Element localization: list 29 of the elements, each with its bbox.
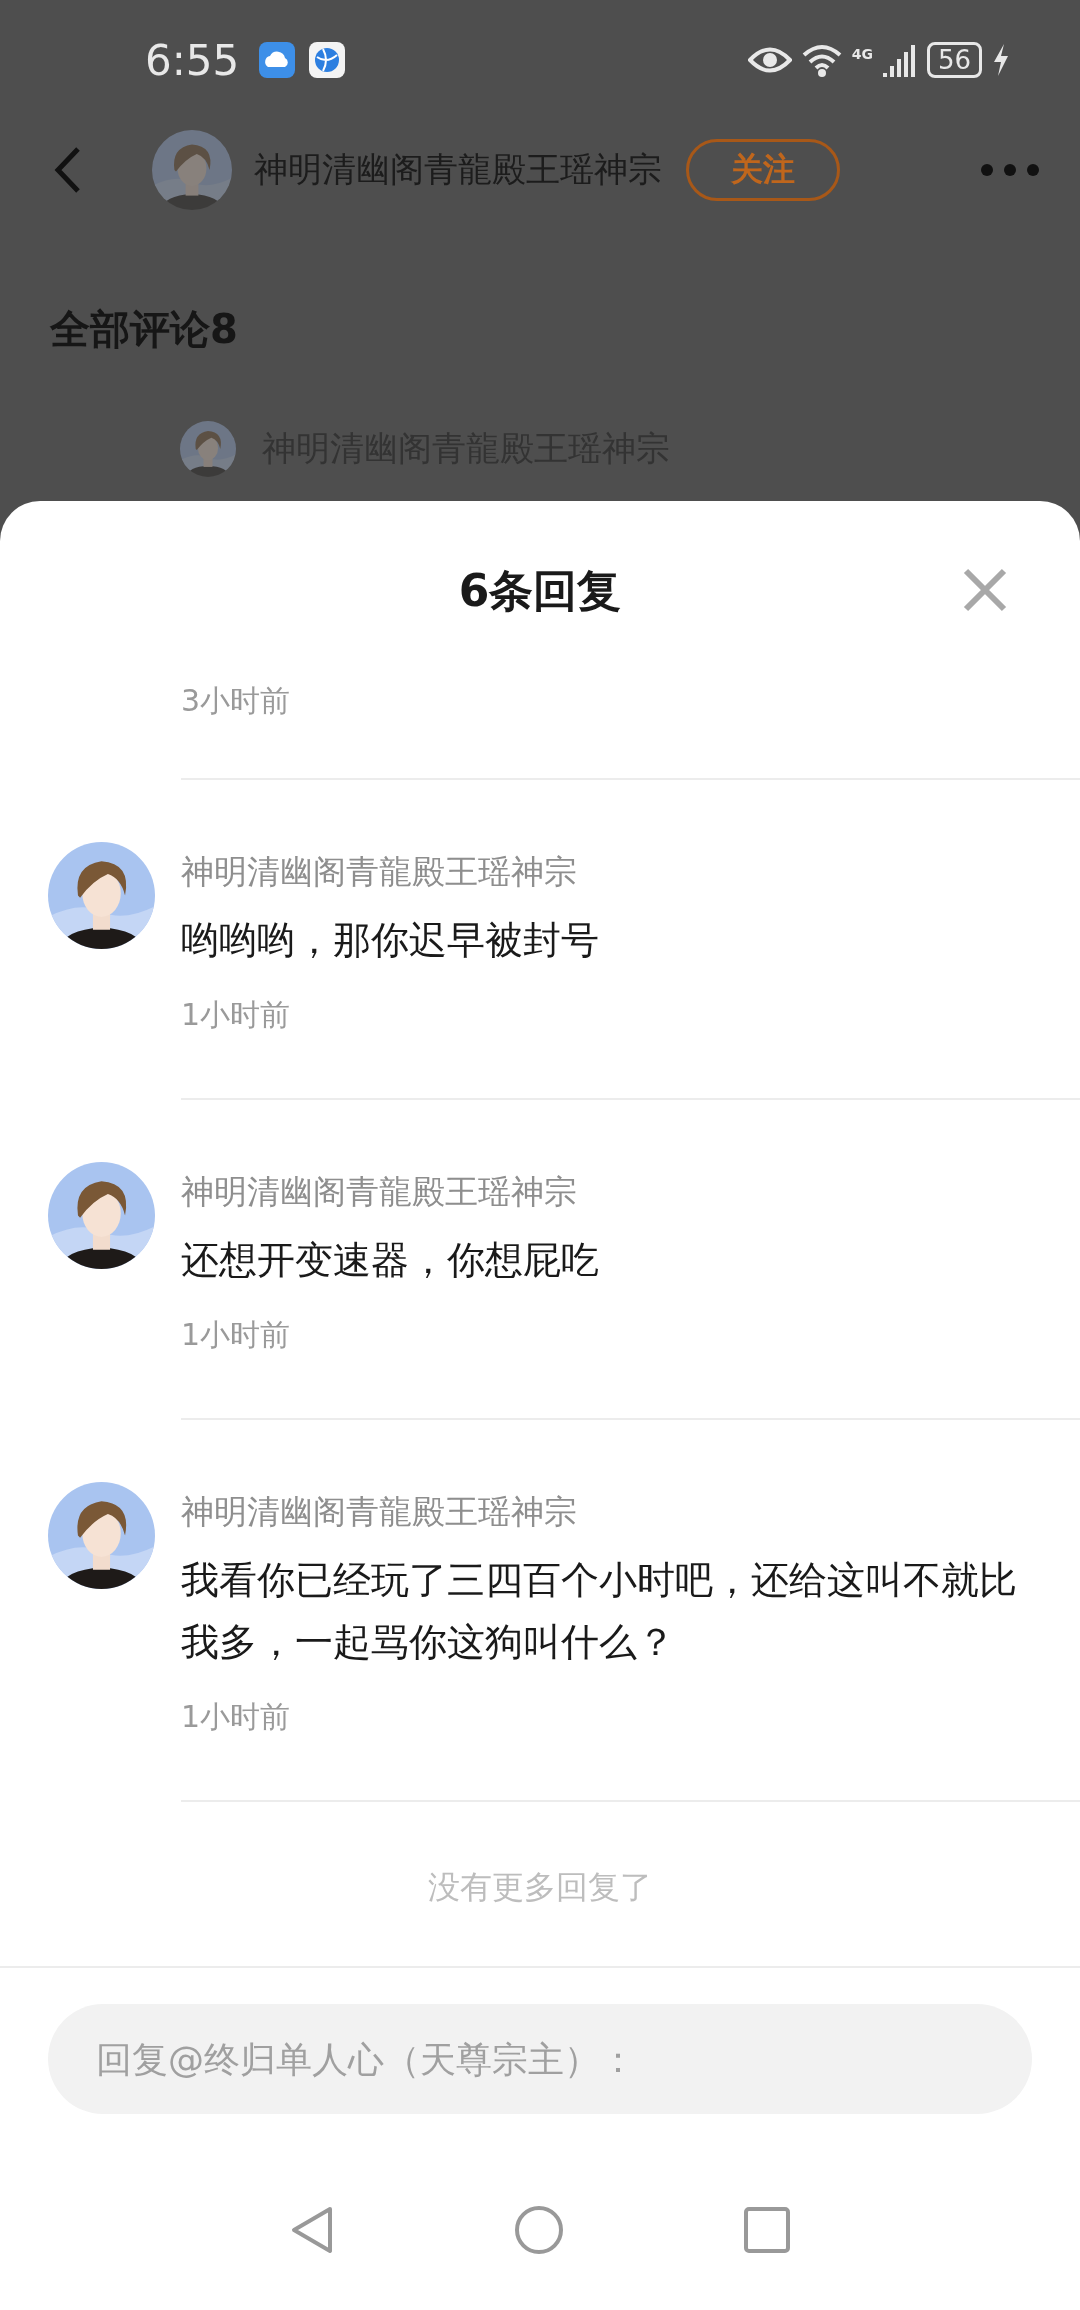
eye-icon (747, 45, 792, 75)
reply-text: 哟哟哟，那你迟早被封号 (181, 917, 600, 964)
status-time: 6:55 (145, 35, 240, 85)
end-note: 没有更多回复了 (428, 1868, 652, 1906)
reply-author: 神明清幽阁青龍殿王瑶神宗 (181, 851, 578, 893)
globe-app-icon (309, 42, 346, 78)
cloud-app-icon (259, 42, 296, 78)
reply-time: 1小时前 (181, 1698, 292, 1736)
recents-nav-icon[interactable] (744, 2207, 790, 2253)
network-type: 4G (851, 46, 873, 62)
signal-icon (882, 43, 917, 77)
reply-time: 1小时前 (181, 996, 292, 1034)
reply-text: 我看你已经玩了三四百个小时吧，还给这叫不就比我多，一起骂你这狗叫什么？ (181, 1557, 1018, 1666)
wifi-icon (801, 43, 842, 77)
sheet-title: 6条回复 (458, 563, 622, 618)
reply-author: 神明清幽阁青龍殿王瑶神宗 (181, 1171, 578, 1213)
back-nav-icon[interactable] (290, 2205, 334, 2255)
home-nav-icon[interactable] (514, 2205, 564, 2255)
reply-text: 还想开变速器，你想屁吃 (181, 1237, 600, 1284)
battery-level: 56 (926, 42, 982, 78)
close-button[interactable] (962, 567, 1008, 613)
section-title: 全部评论8 (50, 305, 239, 354)
more-icon[interactable] (980, 163, 1040, 177)
reply-time: 1小时前 (181, 1316, 292, 1354)
reply-time: 3小时前 (181, 683, 291, 718)
reply-author: 神明清幽阁青龍殿王瑶神宗 (181, 1491, 578, 1533)
follow-button[interactable]: 关注 (686, 139, 840, 201)
charging-icon (992, 44, 1010, 76)
reply-input[interactable]: 回复@终归单人心（天尊宗主）： (48, 2004, 1032, 2114)
